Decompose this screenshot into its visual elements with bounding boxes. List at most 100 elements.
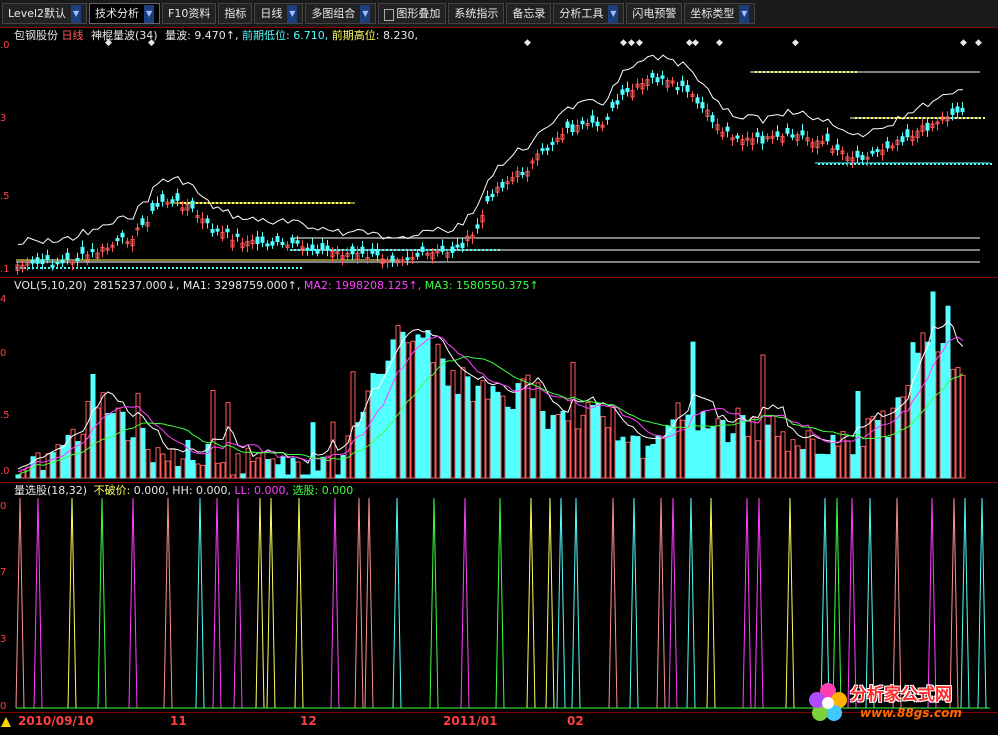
candle-body (155, 202, 160, 207)
resistance-dot (839, 71, 841, 73)
candle-body (50, 264, 55, 268)
volume-bar (540, 411, 546, 479)
resistance-dot (212, 202, 214, 204)
candle-body (265, 243, 270, 247)
support-dot (938, 163, 940, 165)
candle-body (160, 194, 165, 202)
selection-spike (556, 497, 566, 709)
volume-bar (410, 340, 416, 479)
support-dot (474, 249, 476, 251)
support-dot (232, 267, 234, 269)
x-label: 12 (300, 714, 317, 728)
volume-bar (515, 383, 521, 479)
volume-bar (485, 398, 491, 479)
support-dot (220, 267, 222, 269)
support-dot (60, 267, 62, 269)
candle-body (260, 236, 265, 243)
resistance-dot (240, 202, 242, 204)
resistance-dot (216, 202, 218, 204)
support-dot (914, 163, 916, 165)
volume-bar (655, 435, 661, 479)
support-dot (982, 163, 984, 165)
volume-bar (815, 453, 821, 479)
volume-bar (480, 380, 486, 479)
candle-body (450, 246, 455, 253)
volume-bar (385, 360, 391, 479)
x-label: 2011/01 (443, 714, 498, 728)
support-dot (954, 163, 956, 165)
warning-triangle-icon (1, 717, 11, 727)
support-dot (160, 267, 162, 269)
x-label: 2010/09/10 (18, 714, 94, 728)
volume-bar (470, 401, 476, 479)
support-dot (930, 163, 932, 165)
volume-bar (780, 431, 786, 479)
volume-bar (870, 415, 876, 479)
signal-marker-icon: ◆ (692, 38, 699, 48)
x-label: 11 (170, 714, 187, 728)
support-dot (272, 267, 274, 269)
resistance-dot (883, 117, 885, 119)
volume-bar (750, 417, 756, 479)
resistance-dot (903, 117, 905, 119)
candle-body (875, 149, 880, 153)
support-dot (418, 249, 420, 251)
selection-spike (526, 497, 536, 709)
candle-body (30, 260, 35, 264)
support-dot (84, 267, 86, 269)
volume-bar (650, 443, 656, 479)
support-dot (358, 249, 360, 251)
volume-bar (795, 445, 801, 479)
selection-spike (785, 497, 795, 709)
support-dot (204, 267, 206, 269)
resistance-dot (827, 71, 829, 73)
resistance-dot (911, 117, 913, 119)
support-dot (990, 163, 992, 165)
volume-bar (305, 474, 311, 479)
volume-bar (960, 374, 966, 479)
candle-body (925, 122, 930, 131)
resistance-dot (204, 202, 206, 204)
support-dot (850, 163, 852, 165)
resistance-dot (815, 71, 817, 73)
resistance-dot (915, 117, 917, 119)
volume-bar (145, 448, 151, 479)
support-dot (180, 267, 182, 269)
resistance-dot (188, 202, 190, 204)
volume-bar (835, 445, 841, 479)
candle-body (695, 97, 700, 104)
signal-marker-icon: ◆ (524, 38, 531, 48)
support-dot (264, 267, 266, 269)
support-dot (974, 163, 976, 165)
volume-bar (950, 368, 956, 479)
chart-canvas[interactable]: ◆ ◆ ◆ ◆ ◆ ◆ ◆ ◆ ◆ ◆ ◆ ◆ (0, 0, 998, 712)
resistance-dot (831, 71, 833, 73)
selection-spike (163, 497, 173, 709)
support-dot (946, 163, 948, 165)
volume-bar (590, 404, 596, 479)
candle-body (235, 233, 240, 237)
support-dot (498, 249, 500, 251)
candle-body (270, 241, 275, 246)
resistance-dot (272, 202, 274, 204)
volume-bar (290, 457, 296, 479)
resistance-dot (935, 117, 937, 119)
resistance-dot (899, 117, 901, 119)
candle-body (205, 218, 210, 224)
volume-bar (745, 436, 751, 479)
support-dot (236, 267, 238, 269)
volume-bar (350, 371, 356, 479)
resistance-dot (775, 71, 777, 73)
volume-bar (820, 453, 826, 479)
volume-bar (315, 470, 321, 479)
support-dot (136, 267, 138, 269)
candle-body (675, 87, 680, 91)
volume-bar (295, 461, 301, 479)
volume-bar (235, 453, 241, 479)
selection-spike (97, 497, 107, 709)
candle-body (825, 133, 830, 142)
volume-bar (320, 456, 326, 479)
candle-body (900, 136, 905, 143)
support-dot (410, 249, 412, 251)
volume-bar (440, 358, 446, 479)
